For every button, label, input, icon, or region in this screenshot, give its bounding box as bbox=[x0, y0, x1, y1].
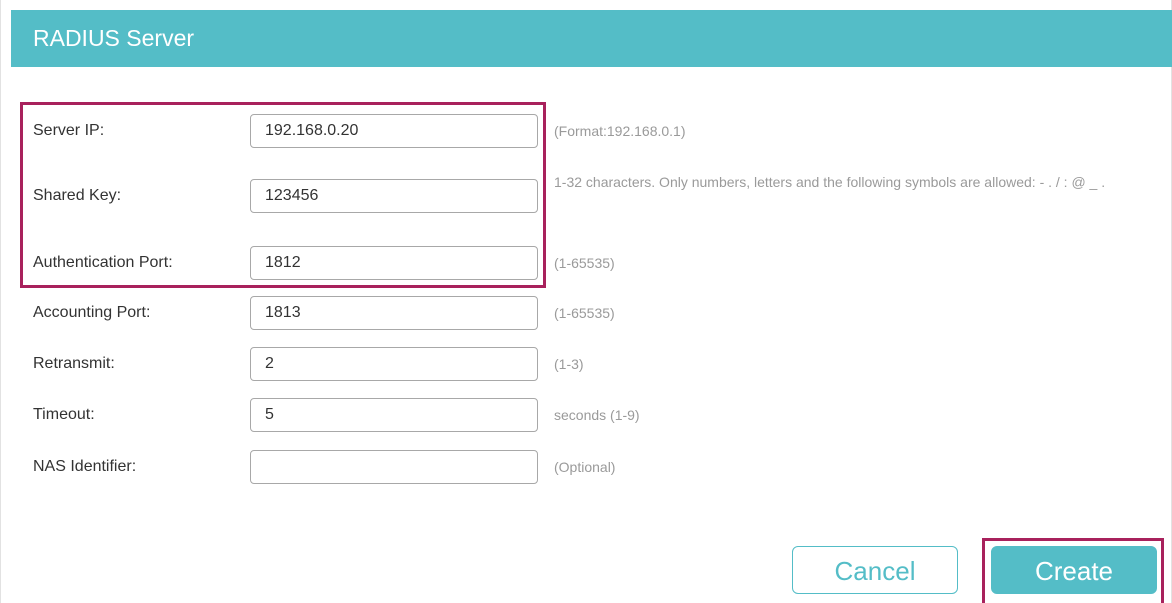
shared-key-input[interactable] bbox=[250, 179, 538, 213]
cancel-button[interactable]: Cancel bbox=[792, 546, 958, 594]
retransmit-label: Retransmit: bbox=[33, 355, 115, 372]
acct-port-row: Accounting Port: (1-65535) bbox=[1, 296, 1172, 330]
auth-port-input[interactable] bbox=[250, 246, 538, 280]
acct-port-hint: (1-65535) bbox=[554, 305, 615, 321]
shared-key-row: Shared Key: 1-32 characters. Only number… bbox=[1, 174, 1172, 213]
timeout-row: Timeout: seconds (1-9) bbox=[1, 398, 1172, 432]
server-ip-row: Server IP: (Format:192.168.0.1) bbox=[1, 114, 1172, 148]
shared-key-hint: 1-32 characters. Only numbers, letters a… bbox=[554, 174, 1106, 190]
acct-port-label: Accounting Port: bbox=[33, 304, 151, 321]
timeout-label: Timeout: bbox=[33, 406, 95, 423]
timeout-hint: seconds (1-9) bbox=[554, 407, 640, 423]
server-ip-input[interactable] bbox=[250, 114, 538, 148]
nas-identifier-label: NAS Identifier: bbox=[33, 458, 137, 475]
auth-port-label: Authentication Port: bbox=[33, 254, 173, 271]
auth-port-row: Authentication Port: (1-65535) bbox=[1, 246, 1172, 280]
retransmit-row: Retransmit: (1-3) bbox=[1, 347, 1172, 381]
acct-port-input[interactable] bbox=[250, 296, 538, 330]
timeout-input[interactable] bbox=[250, 398, 538, 432]
nas-identifier-hint: (Optional) bbox=[554, 459, 616, 475]
retransmit-hint: (1-3) bbox=[554, 356, 584, 372]
server-ip-hint: (Format:192.168.0.1) bbox=[554, 123, 686, 139]
auth-port-hint: (1-65535) bbox=[554, 255, 615, 271]
nas-identifier-row: NAS Identifier: (Optional) bbox=[1, 450, 1172, 484]
shared-key-label: Shared Key: bbox=[33, 187, 122, 204]
create-button[interactable]: Create bbox=[991, 546, 1157, 594]
server-ip-label: Server IP: bbox=[33, 122, 105, 139]
retransmit-input[interactable] bbox=[250, 347, 538, 381]
nas-identifier-input[interactable] bbox=[250, 450, 538, 484]
panel-title: RADIUS Server bbox=[11, 10, 1172, 67]
radius-server-panel: RADIUS Server Server IP: (Format:192.168… bbox=[0, 0, 1172, 603]
